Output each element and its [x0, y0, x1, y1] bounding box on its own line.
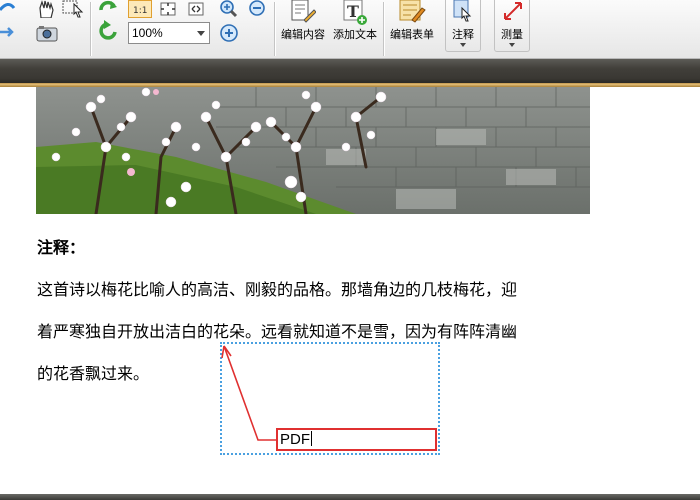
hand-tool-icon[interactable]: [36, 0, 58, 18]
callout-textbox[interactable]: PDF: [276, 428, 437, 451]
annotation-heading: 注释：: [37, 238, 86, 257]
zoom-value: 100%: [132, 26, 163, 40]
forward-arrow-icon[interactable]: [0, 24, 16, 40]
paragraph-line-2: 着严寒独自开放出洁白的花朵。远看就知道不是雪，因为有阵阵清幽: [37, 322, 518, 341]
chevron-down-icon: [460, 43, 466, 47]
text-caret: [311, 431, 312, 446]
plum-blossom-photo: [36, 87, 590, 214]
zoom-select[interactable]: 100%: [128, 22, 210, 44]
svg-text:1:1: 1:1: [133, 6, 147, 16]
measure-label: 测量: [501, 28, 523, 41]
callout-text: PDF: [280, 431, 310, 448]
add-text-label: 添加文本: [333, 28, 377, 41]
snapshot-icon[interactable]: [36, 24, 58, 42]
redo-icon[interactable]: [0, 0, 16, 16]
fit-page-icon[interactable]: [156, 0, 180, 18]
zoom-out-icon[interactable]: [246, 0, 268, 18]
paragraph-line-1: 这首诗以梅花比喻人的高洁、刚毅的品格。那墙角边的几枝梅花，迎: [37, 280, 518, 299]
annotate-icon: [453, 0, 472, 22]
main-toolbar: 1:1 100% 编辑内容 T 添加文本 编辑表单 注释 测量: [0, 0, 700, 59]
toolbar-separator: [90, 2, 91, 56]
zoom-in-icon[interactable]: [218, 0, 240, 18]
actual-size-icon[interactable]: 1:1: [128, 0, 152, 18]
edit-form-icon: [399, 0, 426, 23]
add-text-button[interactable]: T 添加文本: [330, 0, 380, 56]
measure-icon: [504, 2, 522, 20]
measure-dropdown-button[interactable]: 测量: [494, 0, 530, 52]
document-tab-band: [0, 59, 700, 85]
chevron-down-icon: [509, 43, 515, 47]
edit-content-label: 编辑内容: [281, 28, 325, 41]
rotate-clockwise-icon[interactable]: [97, 0, 119, 18]
zoom-plus-icon[interactable]: [218, 22, 240, 44]
fit-width-icon[interactable]: [184, 0, 208, 18]
select-tool-icon[interactable]: [62, 0, 86, 18]
edit-content-icon: [291, 0, 316, 23]
toolbar-separator: [274, 2, 275, 56]
chevron-down-icon: [197, 31, 205, 36]
annotate-label: 注释: [452, 28, 474, 41]
edit-form-label: 编辑表单: [390, 28, 434, 41]
edit-form-button[interactable]: 编辑表单: [386, 0, 438, 56]
add-text-icon: T: [343, 0, 367, 25]
bottom-frame: [0, 494, 700, 500]
svg-text:T: T: [347, 2, 359, 21]
rotate-counterclockwise-icon[interactable]: [97, 20, 119, 42]
annotate-dropdown-button[interactable]: 注释: [445, 0, 481, 52]
toolbar-separator: [383, 2, 384, 56]
edit-content-button[interactable]: 编辑内容: [278, 0, 328, 56]
